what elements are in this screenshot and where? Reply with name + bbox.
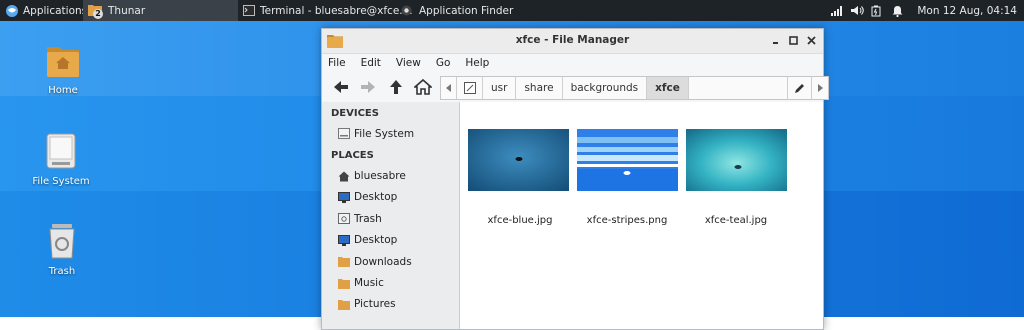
sidebar-item-desktop-2[interactable]: Desktop — [322, 230, 459, 251]
desktop-icon-label: File System — [32, 176, 90, 187]
image-thumbnail — [577, 129, 678, 191]
path-root-button[interactable] — [457, 77, 483, 99]
sidebar-item-trash[interactable]: Trash — [322, 208, 459, 229]
up-button[interactable] — [387, 78, 405, 96]
path-backgrounds-button[interactable]: backgrounds — [563, 77, 648, 99]
sidebar-item-downloads[interactable]: Downloads — [322, 251, 459, 272]
back-button[interactable] — [332, 78, 350, 96]
path-scroll-left-button[interactable] — [441, 77, 457, 99]
close-button[interactable] — [806, 35, 817, 46]
window-titlebar[interactable]: xfce - File Manager — [322, 29, 823, 54]
top-panel: Applications 2 Thunar Terminal - bluesab… — [0, 0, 1024, 21]
sidebar-item-label: Desktop — [354, 191, 398, 204]
sidebar-item-music[interactable]: Music — [322, 272, 459, 293]
desktop-icon-trash[interactable]: Trash — [22, 222, 102, 277]
minimize-button[interactable] — [770, 35, 781, 46]
folder-icon — [338, 278, 350, 289]
path-usr-button[interactable]: usr — [483, 77, 517, 99]
sidebar-item-label: Downloads — [354, 255, 412, 268]
desktop-icon-file-system[interactable]: File System — [21, 132, 101, 187]
desktop-icon — [338, 234, 350, 246]
menu-edit[interactable]: Edit — [361, 57, 381, 69]
drive-icon — [463, 82, 476, 94]
trash-icon — [44, 222, 80, 260]
applications-label: Applications — [23, 4, 88, 17]
file-name: xfce-stripes.png — [586, 215, 668, 226]
menu-view[interactable]: View — [396, 57, 421, 69]
path-xfce-button[interactable]: xfce — [647, 77, 689, 99]
image-thumbnail — [686, 129, 787, 191]
menu-go[interactable]: Go — [436, 57, 451, 69]
sidebar-item-label: bluesabre — [354, 170, 406, 183]
sidebar-item-label: Music — [354, 277, 384, 290]
task-label: Thunar — [108, 4, 146, 17]
battery-icon[interactable] — [867, 0, 887, 21]
drive-icon — [43, 132, 79, 170]
folder-icon — [338, 299, 350, 310]
taskbar-application-finder[interactable]: Application Finder — [396, 0, 526, 21]
menu-help[interactable]: Help — [465, 57, 489, 69]
sidebar-item-label: Trash — [354, 212, 382, 225]
trash-icon — [338, 213, 350, 225]
window-count-badge: 2 — [93, 8, 103, 19]
desktop-icon-label: Home — [48, 85, 78, 96]
folder-icon — [338, 256, 350, 268]
sidebar-item-desktop[interactable]: Desktop — [322, 187, 459, 208]
path-bar: usr share backgrounds xfce — [440, 76, 829, 100]
places-heading: PLACES — [331, 150, 374, 162]
menu-file[interactable]: File — [328, 57, 346, 69]
home-button[interactable] — [412, 78, 434, 96]
path-bar-spacer — [688, 77, 788, 99]
desktop-icon-label: Trash — [48, 266, 76, 277]
home-folder-icon — [45, 41, 81, 79]
path-scroll-right-button[interactable] — [812, 77, 828, 99]
xfce-logo-icon — [5, 4, 19, 18]
icon-view: xfce-blue.jpg xfce-stripes.png xfce-teal… — [460, 102, 823, 329]
volume-icon[interactable] — [847, 0, 867, 21]
network-signal-icon[interactable] — [827, 0, 847, 21]
file-manager-icon: 2 — [88, 4, 104, 19]
notification-bell-icon[interactable] — [887, 0, 907, 21]
sidebar-item-bluesabre[interactable]: bluesabre — [322, 165, 459, 186]
side-pane: DEVICES File System PLACES bluesabre Des… — [322, 102, 460, 329]
sidebar-item-label: File System — [354, 127, 415, 140]
applications-menu-button[interactable]: Applications — [0, 0, 87, 21]
system-tray: Mon 12 Aug, 04:14 — [827, 0, 1024, 21]
image-thumbnail — [468, 129, 569, 191]
file-manager-window: xfce - File Manager File Edit View Go He… — [321, 28, 829, 330]
task-label: Application Finder — [419, 4, 514, 17]
desktop-icon-home[interactable]: Home — [23, 41, 103, 96]
devices-heading: DEVICES — [331, 108, 379, 119]
file-name: xfce-blue.jpg — [487, 215, 553, 226]
clock[interactable]: Mon 12 Aug, 04:14 — [907, 5, 1024, 17]
menu-bar: File Edit View Go Help — [322, 54, 823, 72]
pencil-icon — [794, 83, 805, 94]
toolbar: usr share backgrounds xfce — [322, 72, 829, 103]
file-name: xfce-teal.jpg — [704, 215, 768, 226]
application-finder-icon — [401, 5, 412, 16]
forward-button[interactable] — [359, 78, 377, 96]
sidebar-item-file-system[interactable]: File System — [322, 123, 459, 144]
maximize-button[interactable] — [788, 35, 799, 46]
sidebar-item-label: Pictures — [354, 298, 396, 311]
terminal-icon — [243, 5, 255, 16]
home-icon — [338, 171, 350, 182]
taskbar-terminal[interactable]: Terminal - bluesabre@xfce.... — [238, 0, 413, 21]
taskbar-thunar[interactable]: 2 Thunar — [83, 0, 238, 21]
sidebar-item-pictures[interactable]: Pictures — [322, 294, 459, 315]
drive-icon — [338, 128, 350, 140]
window-title: xfce - File Manager — [515, 34, 630, 46]
path-share-button[interactable]: share — [516, 77, 563, 99]
edit-location-button[interactable] — [788, 77, 812, 99]
desktop-icon — [338, 191, 350, 203]
sidebar-item-label: Desktop — [354, 234, 398, 247]
task-label: Terminal - bluesabre@xfce.... — [260, 4, 413, 17]
